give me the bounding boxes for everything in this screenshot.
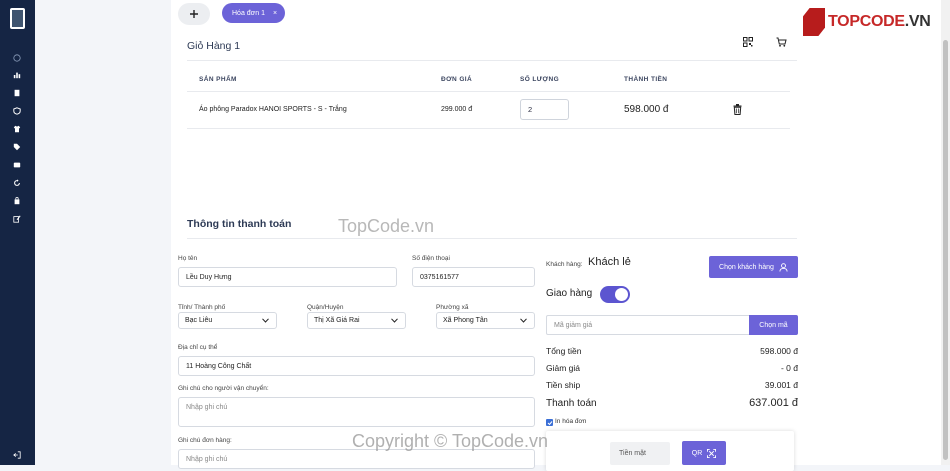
divider: [187, 128, 790, 129]
copyright-watermark: Copyright © TopCode.vn: [352, 431, 549, 451]
col-total: THÀNH TIỀN: [624, 76, 668, 83]
province-value: Bạc Liêu: [185, 317, 213, 324]
qr-icon: [707, 448, 717, 458]
brand-b: .VN: [904, 13, 931, 30]
shipping-label: Tiền ship: [546, 380, 581, 390]
payment-title: Thông tin thanh toán: [187, 218, 292, 230]
divider: [187, 238, 797, 239]
choose-customer-button[interactable]: Chọn khách hàng: [709, 256, 798, 278]
chart-icon[interactable]: [12, 70, 22, 80]
phone-input[interactable]: 0375161577: [412, 267, 535, 287]
cash-button[interactable]: Tiền mặt: [610, 442, 670, 465]
ship-note-label: Ghi chú cho người vận chuyển:: [178, 385, 269, 392]
order-note-textarea[interactable]: Nhập ghi chú: [178, 449, 535, 469]
col-qty: SỐ LƯỢNG: [520, 76, 560, 83]
tag-icon[interactable]: [12, 142, 22, 152]
ship-note-textarea[interactable]: Nhập ghi chú: [178, 397, 535, 427]
choose-coupon-button[interactable]: Chọn mã: [749, 315, 798, 335]
choose-customer-label: Chọn khách hàng: [719, 263, 774, 271]
help-icon[interactable]: [12, 53, 22, 63]
address-input[interactable]: 11 Hoàng Công Chất: [178, 356, 535, 376]
divider: [187, 60, 797, 61]
customer-label: Khách hàng:: [546, 261, 583, 268]
pay-value: 637.001 đ: [749, 397, 798, 409]
logout-icon[interactable]: [12, 450, 22, 460]
qr-label: QR: [691, 449, 703, 457]
qr-scan-icon[interactable]: [743, 37, 753, 47]
chevron-down-icon: [520, 318, 527, 323]
watermark-text: TopCode.vn: [338, 216, 435, 236]
total-label: Tổng tiền: [546, 346, 582, 356]
phone-label: Số điện thoại: [412, 255, 450, 262]
ward-value: Xã Phong Tân: [443, 317, 488, 324]
sidebar: [0, 0, 35, 465]
tab-invoice-1[interactable]: Hóa đơn 1 ×: [222, 3, 285, 23]
customer-value: Khách lẻ: [588, 256, 631, 268]
item-qty-input[interactable]: 2: [520, 99, 569, 120]
item-price: 299.000 đ: [441, 106, 473, 113]
name-input[interactable]: Lều Duy Hưng: [178, 267, 397, 287]
item-total: 598.000 đ: [624, 104, 669, 115]
delivery-label: Giao hàng: [546, 288, 593, 299]
order-note-label: Ghi chú đơn hàng:: [178, 437, 232, 444]
item-product: Áo phông Paradox HANOI SPORTS - S - Trắn…: [199, 106, 347, 113]
cart-add-icon[interactable]: [776, 37, 787, 47]
shirt-icon[interactable]: [12, 124, 22, 134]
col-product: SẢN PHẨM: [199, 76, 237, 83]
chevron-down-icon: [262, 318, 269, 323]
print-invoice-label: In hóa đơn: [555, 418, 587, 425]
ward-select[interactable]: Xã Phong Tân: [436, 312, 535, 329]
coupon-input[interactable]: Mã giảm giá: [546, 315, 750, 335]
edit-icon[interactable]: [12, 214, 22, 224]
print-invoice-checkbox[interactable]: [546, 419, 553, 426]
ward-label: Phường xã: [436, 304, 469, 311]
add-invoice-button[interactable]: [178, 3, 210, 25]
scrollbar-thumb[interactable]: [943, 40, 948, 460]
discount-label: Giảm giá: [546, 363, 581, 373]
main-content: Hóa đơn 1 × Giỏ Hàng 1 SẢN PHẨM ĐƠN GIÁ S…: [171, 0, 808, 471]
delivery-toggle[interactable]: [600, 286, 630, 303]
discount-value: - 0 đ: [780, 363, 798, 373]
document-icon[interactable]: [12, 88, 22, 98]
province-label: Tỉnh/ Thành phố: [178, 304, 226, 311]
name-label: Họ tên: [178, 255, 198, 262]
plus-icon: [190, 10, 198, 18]
check-icon: [547, 420, 552, 425]
chevron-down-icon: [391, 318, 398, 323]
app-logo[interactable]: [10, 8, 25, 29]
district-value: Thị Xã Giá Rai: [314, 317, 360, 324]
cart-title: Giỏ Hàng 1: [187, 40, 241, 52]
qr-pay-button[interactable]: QR: [682, 441, 726, 465]
district-label: Quận/Huyện: [307, 304, 344, 311]
shipping-value: 39.001 đ: [764, 380, 798, 390]
payment-method-card: [546, 431, 794, 471]
shield-icon[interactable]: [12, 106, 22, 116]
col-price: ĐƠN GIÁ: [441, 76, 473, 83]
right-panel: [808, 0, 950, 465]
address-label: Địa chỉ cụ thể: [178, 344, 218, 351]
brand-a: TOPCODE: [828, 13, 905, 30]
pay-label: Thanh toán: [546, 398, 597, 409]
bag-icon[interactable]: [12, 196, 22, 206]
total-value: 598.000 đ: [760, 346, 798, 356]
topcode-watermark-logo: TOPCODE.VN: [803, 8, 933, 36]
trash-icon[interactable]: [733, 104, 742, 115]
refresh-icon[interactable]: [12, 178, 22, 188]
divider: [187, 91, 790, 92]
tab-label: Hóa đơn 1: [232, 9, 266, 17]
district-select[interactable]: Thị Xã Giá Rai: [307, 312, 406, 329]
tab-close-icon[interactable]: ×: [273, 10, 277, 17]
ticket-icon[interactable]: [12, 160, 22, 170]
user-icon: [779, 262, 788, 272]
province-select[interactable]: Bạc Liêu: [178, 312, 277, 329]
